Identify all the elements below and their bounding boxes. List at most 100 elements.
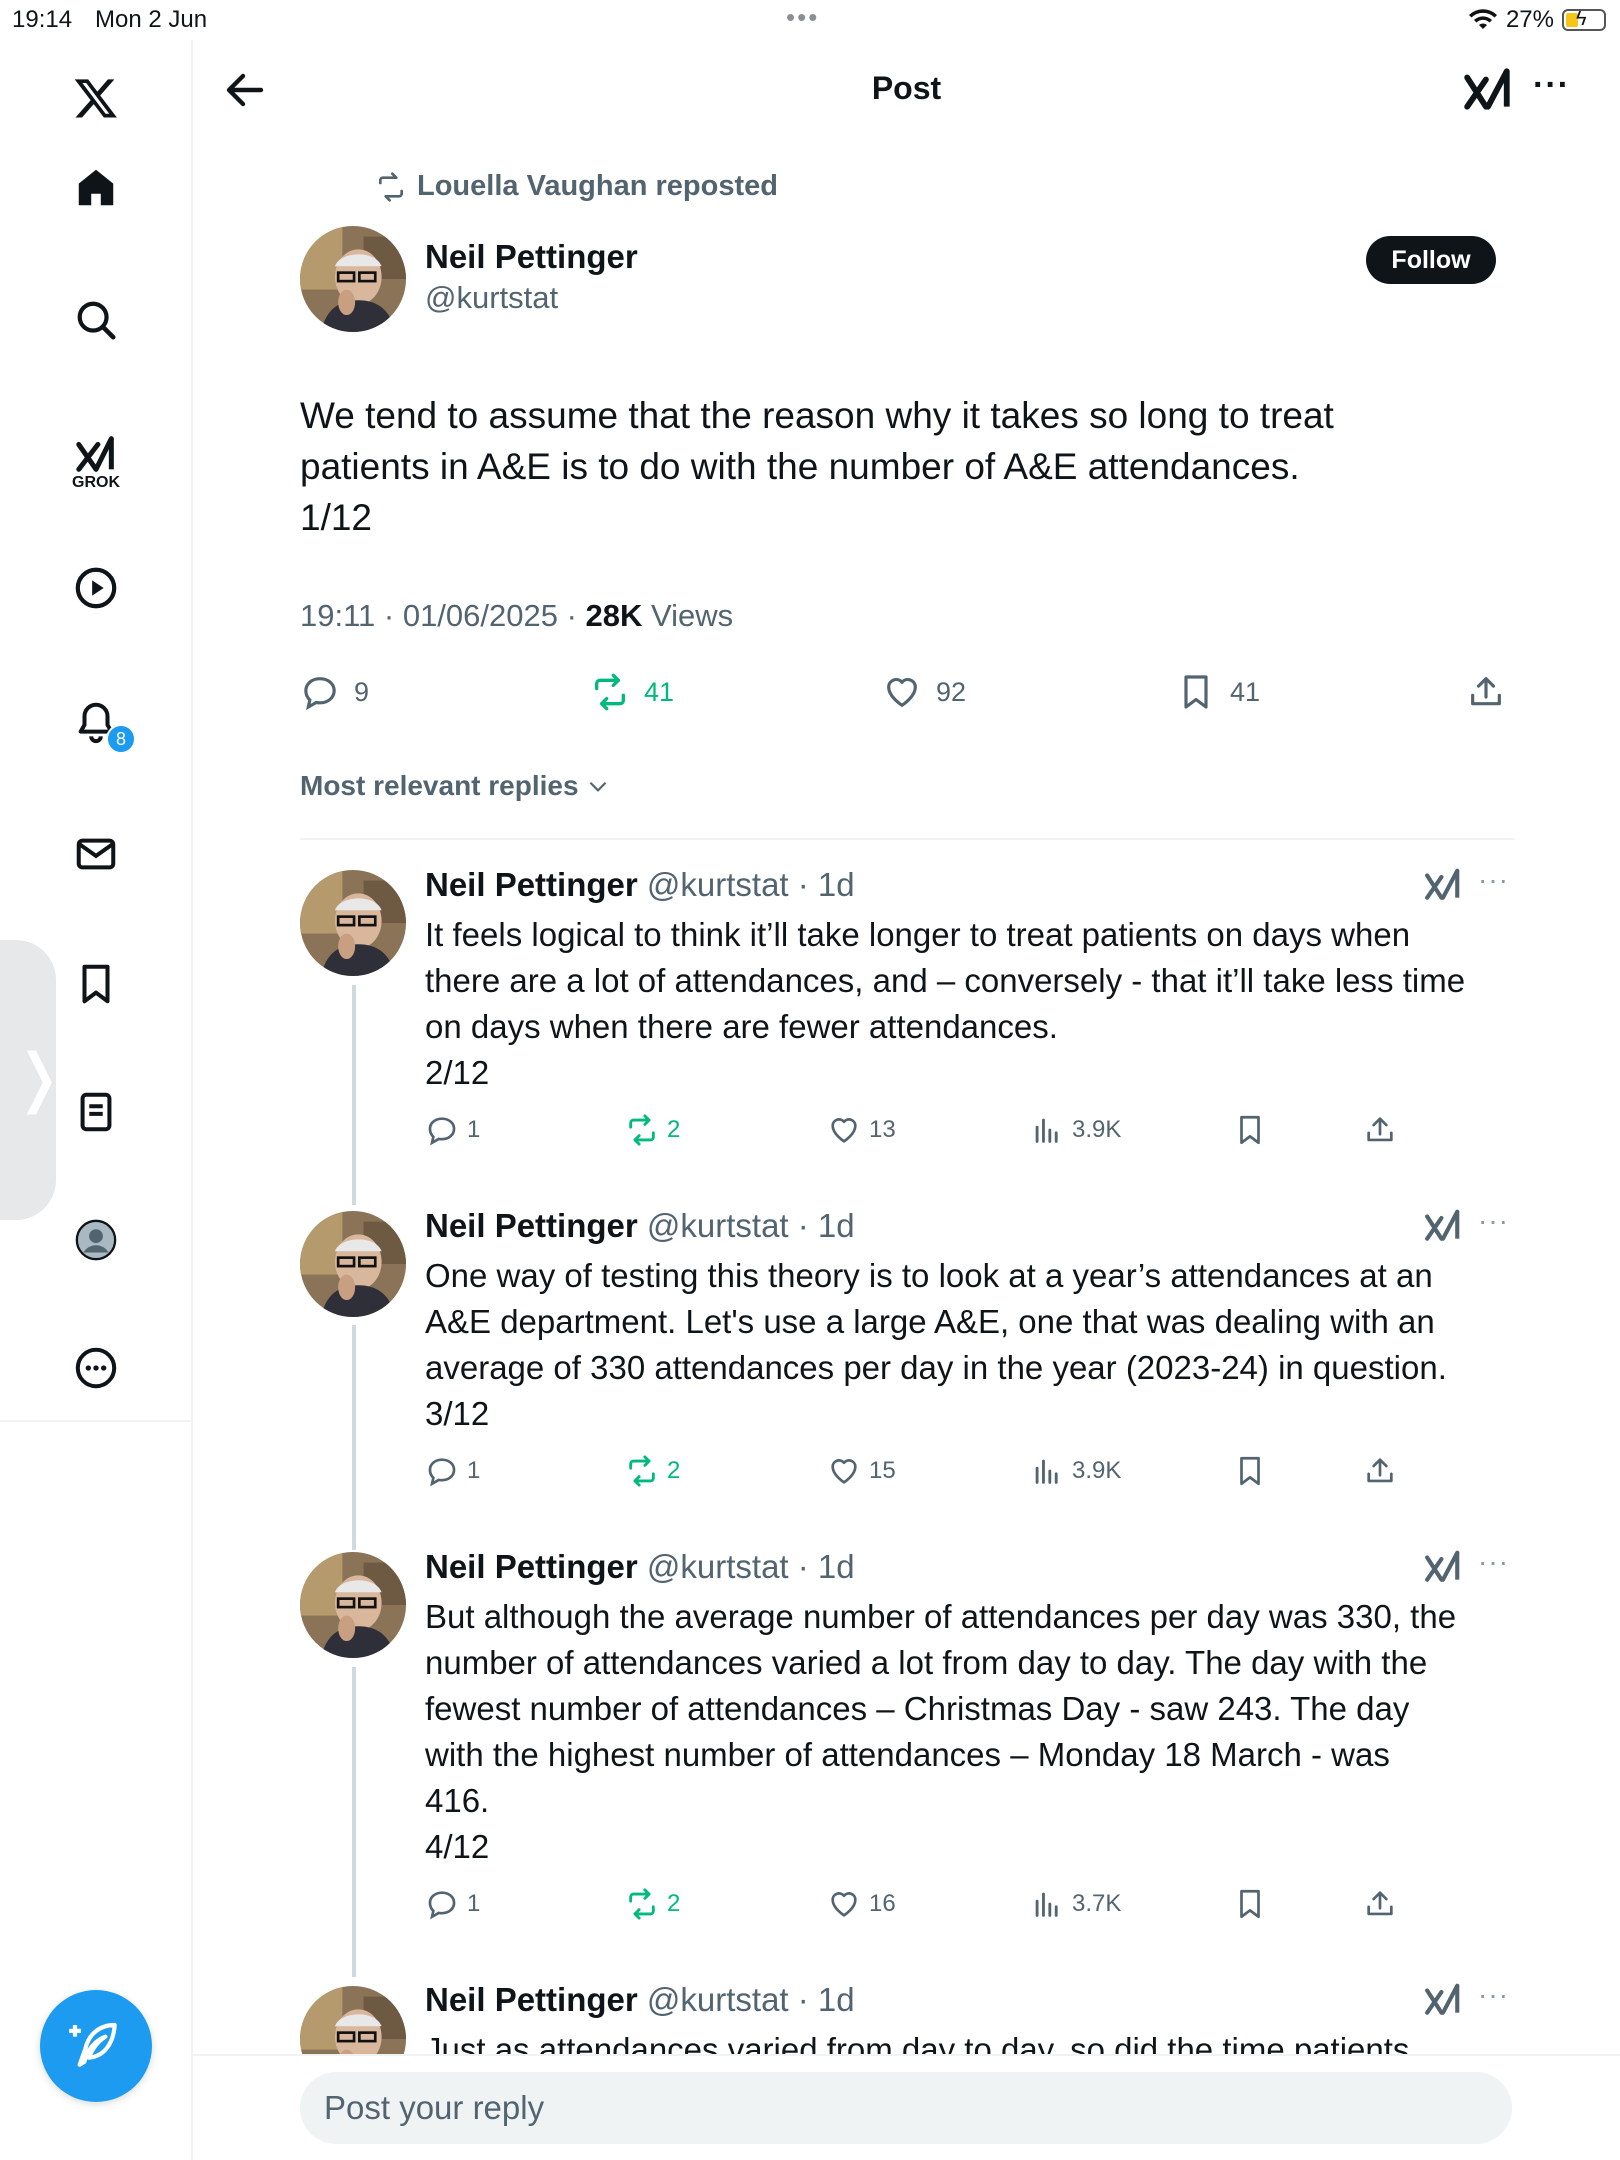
share-icon <box>1471 677 1501 706</box>
share-button[interactable] <box>1466 672 1506 712</box>
replies-sort-dropdown[interactable]: Most relevant replies <box>300 770 611 802</box>
avatar[interactable] <box>300 1211 406 1317</box>
repost-icon <box>629 1114 655 1146</box>
reply-author-handle[interactable]: @kurtstat · 1d <box>638 866 855 903</box>
repost-button[interactable]: 2 <box>625 1887 680 1921</box>
reply-author-name[interactable]: Neil Pettinger <box>425 1981 638 2018</box>
bookmark-button[interactable] <box>1233 1454 1267 1488</box>
status-bar: 19:14 Mon 2 Jun ••• 27% ϟ <box>0 0 1620 40</box>
like-button[interactable]: 13 <box>827 1113 896 1147</box>
post-timestamp[interactable]: 19:11 · 01/06/2025 · <box>300 598 586 633</box>
multitask-dots-icon[interactable]: ••• <box>786 2 819 33</box>
reply-button[interactable]: 1 <box>425 1113 480 1147</box>
bookmark-button[interactable]: 41 <box>1176 672 1260 712</box>
repost-button[interactable]: 41 <box>590 672 674 712</box>
profile-icon[interactable] <box>66 1210 126 1270</box>
status-time: 19:14 <box>12 6 73 33</box>
author-handle[interactable]: @kurtstat <box>425 280 558 316</box>
like-button[interactable]: 15 <box>827 1454 896 1488</box>
x-logo-icon[interactable] <box>66 68 126 128</box>
reply-actions: 1 2 16 3.7K <box>425 1887 1425 1927</box>
notifications-badge: 8 <box>106 724 136 754</box>
reply-actions: 1 2 13 3.9K <box>425 1113 1425 1153</box>
analytics-icon <box>1035 1892 1058 1917</box>
avatar[interactable] <box>300 226 406 332</box>
grok-explain-icon[interactable] <box>1424 866 1462 904</box>
post-more-button[interactable]: ··· <box>1533 66 1570 105</box>
reply-author-name[interactable]: Neil Pettinger <box>425 866 638 903</box>
home-icon[interactable] <box>66 158 126 218</box>
reply-input[interactable] <box>300 2072 1512 2144</box>
grok-explain-icon[interactable] <box>1424 1548 1462 1586</box>
like-button[interactable]: 16 <box>827 1887 896 1921</box>
reply-text: One way of testing this theory is to loo… <box>425 1257 1447 1432</box>
reply-author-handle[interactable]: @kurtstat · 1d <box>638 1548 855 1585</box>
lists-icon[interactable] <box>66 1082 126 1142</box>
reply-more-button[interactable]: ··· <box>1478 1546 1509 1578</box>
views-button[interactable]: 3.9K <box>1030 1113 1121 1147</box>
follow-button[interactable]: Follow <box>1366 236 1496 284</box>
post-header: Post ··· <box>193 40 1620 140</box>
grok-explain-icon[interactable] <box>1424 1207 1462 1245</box>
reply-text: It feels logical to think it’ll take lon… <box>425 916 1466 1091</box>
reply-header: Neil Pettinger @kurtstat · 1d <box>425 1548 855 1586</box>
repost-button[interactable]: 2 <box>625 1113 680 1147</box>
reply-author-handle[interactable]: @kurtstat · 1d <box>638 1981 855 2018</box>
chevron-down-icon <box>589 781 606 792</box>
repost-icon <box>629 1888 655 1920</box>
share-button[interactable] <box>1363 1113 1397 1147</box>
reply-button[interactable]: 9 <box>300 672 369 712</box>
heart-icon <box>831 1892 857 1917</box>
reply-icon <box>304 677 336 711</box>
sidebar-expand-handle[interactable]: ❭ <box>0 940 66 1220</box>
share-icon <box>1367 1458 1393 1483</box>
share-button[interactable] <box>1363 1887 1397 1921</box>
like-button[interactable]: 92 <box>882 672 966 712</box>
reply-author-name[interactable]: Neil Pettinger <box>425 1207 638 1244</box>
reply-actions: 1 2 15 3.9K <box>425 1454 1425 1494</box>
bookmark-button[interactable] <box>1233 1887 1267 1921</box>
reply-button[interactable]: 1 <box>425 1887 480 1921</box>
more-options-icon[interactable] <box>66 1338 126 1398</box>
repost-button[interactable]: 2 <box>625 1454 680 1488</box>
heart-icon <box>887 677 917 707</box>
share-icon <box>1367 1891 1393 1916</box>
thread-connector <box>352 1667 356 1977</box>
compose-post-button[interactable] <box>40 1990 152 2102</box>
battery-percent: 27% <box>1505 6 1554 33</box>
reply-header: Neil Pettinger @kurtstat · 1d <box>425 866 855 904</box>
bookmarks-icon[interactable] <box>66 954 126 1014</box>
reply-more-button[interactable]: ··· <box>1478 1205 1509 1237</box>
analytics-icon <box>1035 1459 1058 1484</box>
grok-label: GROK <box>72 474 120 491</box>
repost-icon <box>629 1455 655 1487</box>
reply-author-handle[interactable]: @kurtstat · 1d <box>638 1207 855 1244</box>
repost-icon <box>595 673 625 711</box>
repost-icon <box>379 171 403 202</box>
status-date: Mon 2 Jun <box>95 6 208 33</box>
share-button[interactable] <box>1363 1454 1397 1488</box>
views-button[interactable]: 3.7K <box>1030 1887 1121 1921</box>
page-title: Post <box>871 70 942 106</box>
thread-connector <box>352 1325 356 1550</box>
thread-connector <box>352 985 356 1205</box>
reply-more-button[interactable]: ··· <box>1478 864 1509 896</box>
bookmark-icon <box>1240 1889 1260 1919</box>
video-icon[interactable] <box>66 558 126 618</box>
reply-author-name[interactable]: Neil Pettinger <box>425 1548 638 1585</box>
messages-icon[interactable] <box>66 824 126 884</box>
repost-text[interactable]: Louella Vaughan reposted <box>417 170 778 203</box>
avatar[interactable] <box>300 1552 406 1658</box>
compose-feather-icon <box>69 2022 117 2067</box>
bookmark-button[interactable] <box>1233 1113 1267 1147</box>
reply-button[interactable]: 1 <box>425 1454 480 1488</box>
author-name[interactable]: Neil Pettinger <box>425 238 638 276</box>
grok-explain-icon[interactable] <box>1424 1981 1462 2019</box>
heart-icon <box>831 1459 857 1484</box>
avatar[interactable] <box>300 870 406 976</box>
views-button[interactable]: 3.9K <box>1030 1454 1121 1488</box>
reply-icon <box>428 1891 456 1920</box>
grok-explain-icon[interactable] <box>1463 64 1513 116</box>
search-icon[interactable] <box>66 290 126 350</box>
reply-more-button[interactable]: ··· <box>1478 1979 1509 2011</box>
